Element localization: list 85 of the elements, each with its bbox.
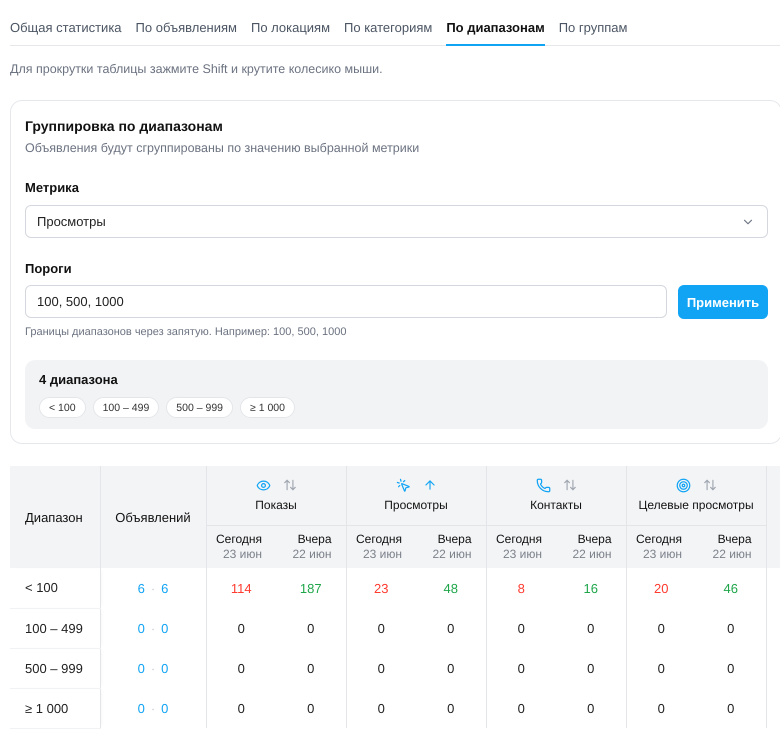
- value-cell: 0: [276, 608, 346, 648]
- metric-select[interactable]: Просмотры: [25, 205, 768, 238]
- value-cell: 46: [696, 568, 766, 608]
- value-cell: 0: [206, 648, 276, 688]
- range-cell: 100 – 499: [10, 608, 100, 648]
- value-cell: 0: [696, 648, 766, 688]
- metric-label: Контакты: [530, 497, 582, 513]
- value-cell: 23: [346, 568, 416, 608]
- range-cell: 500 – 999: [10, 648, 100, 688]
- sort-icon[interactable]: [562, 478, 577, 492]
- thresholds-help: Границы диапазонов через запятую. Например: 100, 500, 1000: [25, 325, 346, 339]
- phone-icon: [536, 478, 551, 492]
- value-cell: 48: [416, 568, 486, 608]
- value-cell: 0: [276, 648, 346, 688]
- value-cell: 187: [276, 568, 346, 608]
- period-date: 22 июн: [292, 546, 332, 562]
- range-cell: ≥ 1 000: [10, 688, 100, 728]
- period-label: Вчера: [578, 532, 612, 546]
- range-cell: < 100: [10, 568, 100, 608]
- tab[interactable]: Общая статистика: [10, 19, 122, 46]
- sort-icon[interactable]: [702, 478, 717, 492]
- value-cell: 0: [346, 688, 416, 728]
- eye-icon: [256, 478, 270, 492]
- period-date: 23 июн: [503, 546, 542, 562]
- period-label: Сегодня: [356, 532, 402, 546]
- card-subtitle: Объявления будут сгруппированы по значению выбранной метрики: [25, 140, 420, 157]
- tab[interactable]: По диапазонам: [446, 19, 545, 46]
- thresholds-input[interactable]: 100, 500, 1000: [25, 285, 667, 318]
- value-cell: 16: [556, 568, 626, 608]
- value-cell: 0: [416, 688, 486, 728]
- value-cell: 0: [556, 648, 626, 688]
- period-label: Вчера: [718, 532, 752, 546]
- value-cell: 0: [626, 688, 696, 728]
- value-cell: 0: [276, 688, 346, 728]
- period-date: 22 июн: [712, 546, 752, 562]
- period-date: 22 июн: [572, 546, 612, 562]
- value-cell: 0: [346, 608, 416, 648]
- value-cell: 0: [346, 648, 416, 688]
- period-label: Вчера: [438, 532, 472, 546]
- range-chip: ≥ 1 000: [240, 397, 295, 418]
- metric-label: Целевые просмотры: [638, 497, 754, 513]
- value-cell: 20: [626, 568, 696, 608]
- tab[interactable]: По объявлениям: [136, 19, 237, 46]
- value-cell: 0: [696, 688, 766, 728]
- value-cell: 0: [556, 688, 626, 728]
- period-label: Сегодня: [496, 532, 542, 546]
- value-cell: 0: [416, 648, 486, 688]
- range-chip: 500 – 999: [166, 397, 234, 418]
- period-date: 23 июн: [363, 546, 402, 562]
- metric-label: Показы: [255, 497, 297, 513]
- value-cell: 0: [416, 608, 486, 648]
- period-label: Сегодня: [636, 532, 682, 546]
- tab[interactable]: По группам: [558, 19, 628, 46]
- value-cell: 0: [626, 648, 696, 688]
- value-cell: 0: [206, 688, 276, 728]
- range-chip: < 100: [39, 397, 86, 418]
- value-cell: 0: [696, 608, 766, 648]
- period-label: Вчера: [298, 532, 332, 546]
- range-chip: 100 – 499: [92, 397, 160, 418]
- column-header: Объявлений: [100, 466, 206, 568]
- value-cell: 8: [486, 568, 556, 608]
- cursor-click-icon: [396, 478, 411, 492]
- value-cell: 0: [486, 648, 556, 688]
- value-cell: 0: [486, 688, 556, 728]
- value-cell: 0: [626, 608, 696, 648]
- ranges-count: 4 диапазона: [39, 372, 118, 388]
- column-header: Диапазон: [10, 466, 100, 568]
- value-cell: 0: [206, 608, 276, 648]
- sort-icon[interactable]: [282, 478, 296, 492]
- sort-up-icon[interactable]: [422, 478, 437, 492]
- tab[interactable]: По локациям: [250, 19, 330, 46]
- metric-label: Метрика: [25, 179, 79, 197]
- thresholds-label: Пороги: [25, 260, 72, 278]
- value-cell: 114: [206, 568, 276, 608]
- metric-label: Просмотры: [384, 497, 448, 513]
- card-title: Группировка по диапазонам: [25, 117, 223, 135]
- value-cell: 0: [486, 608, 556, 648]
- period-date: 23 июн: [222, 546, 262, 562]
- period-date: 23 июн: [643, 546, 682, 562]
- tab[interactable]: По категориям: [344, 19, 432, 46]
- scroll-hint: Для прокрутки таблицы зажмите Shift и крутите колесико мыши.: [10, 61, 383, 77]
- period-date: 22 июн: [432, 546, 472, 562]
- period-label: Сегодня: [216, 532, 262, 546]
- value-cell: 0: [556, 608, 626, 648]
- target-icon: [676, 478, 691, 492]
